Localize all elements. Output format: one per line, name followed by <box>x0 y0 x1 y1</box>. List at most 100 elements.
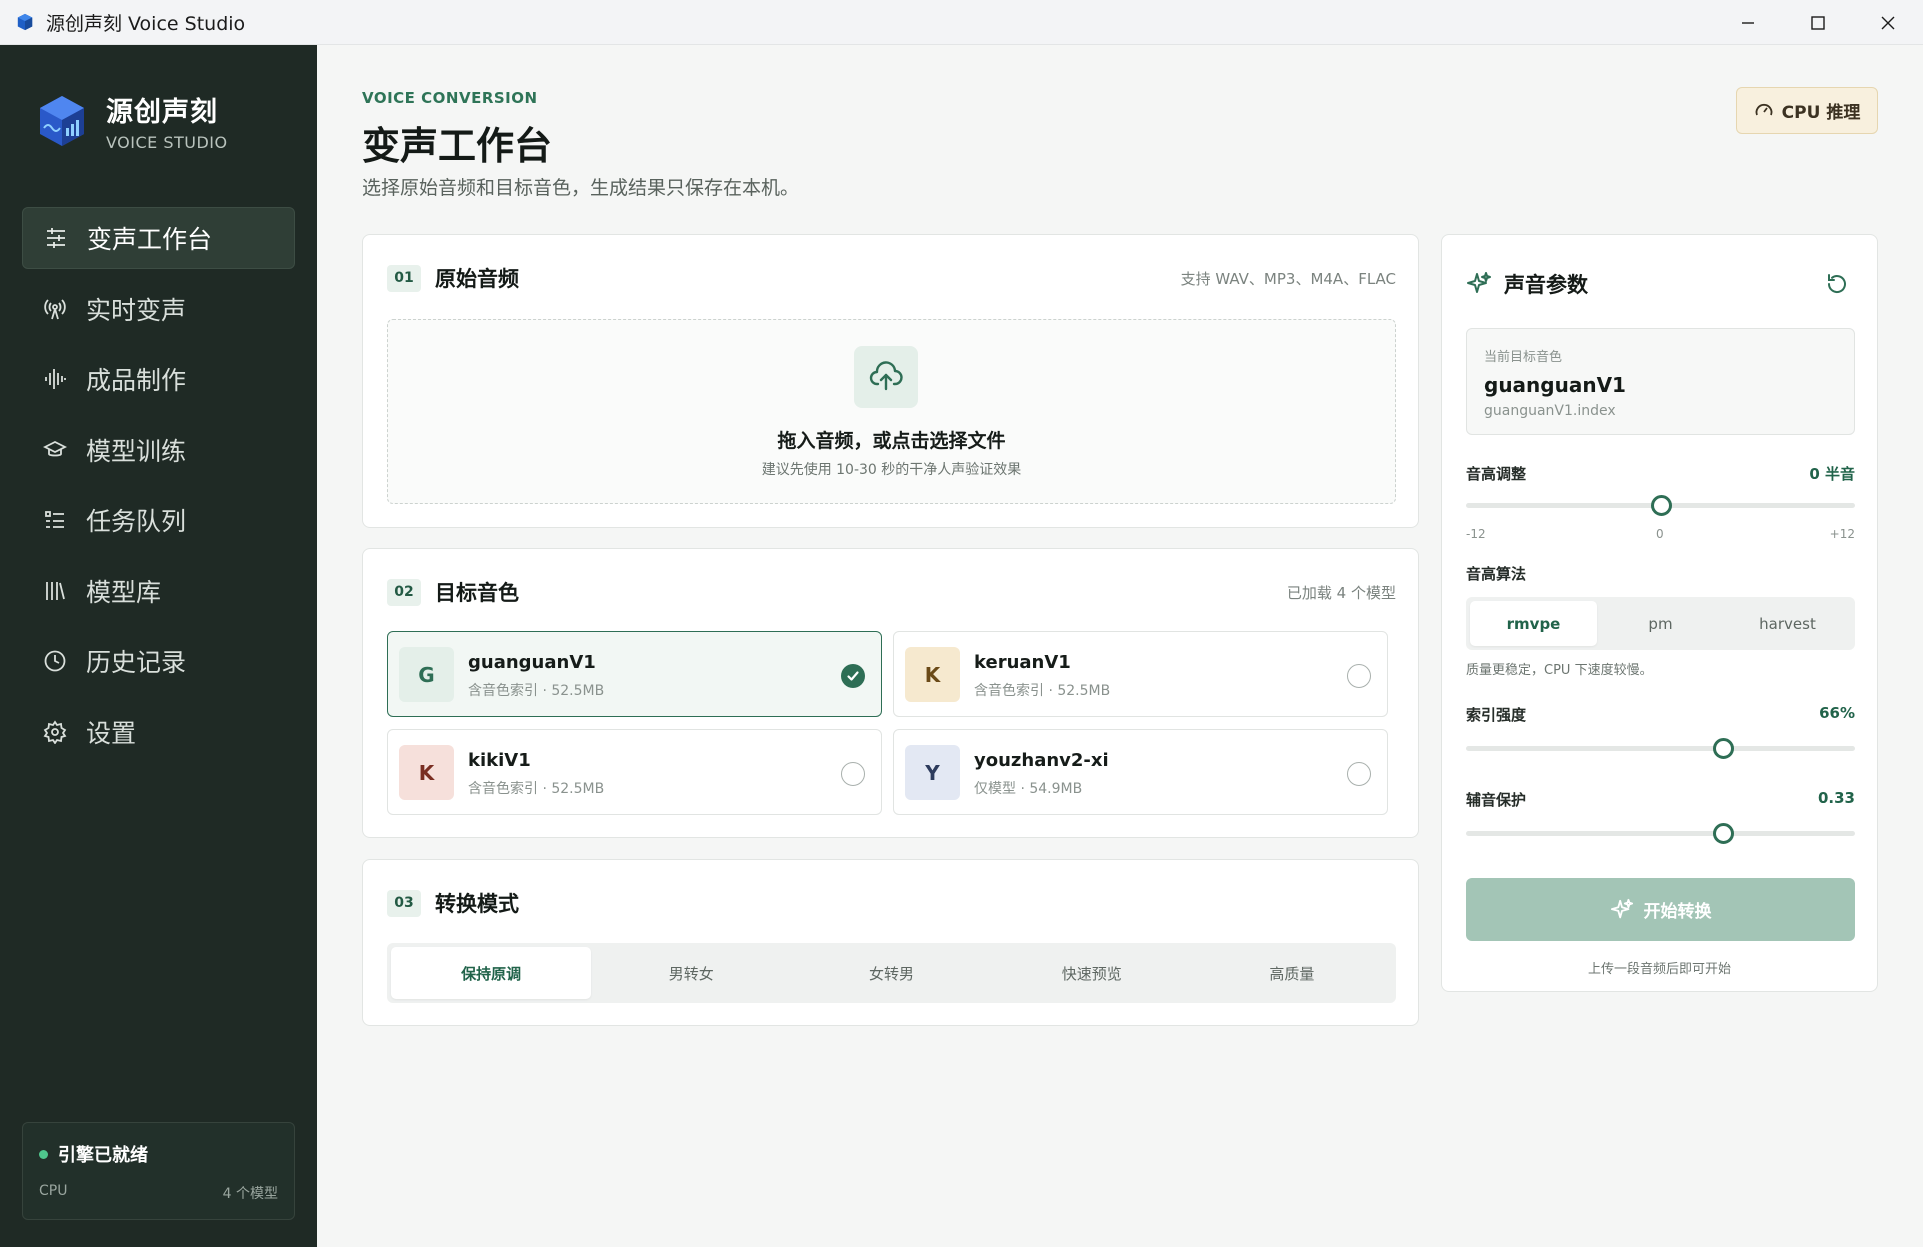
app-cube-icon <box>17 13 33 31</box>
engine-model-count: 4 个模型 <box>222 1186 278 1202</box>
mode-option-male-to-female[interactable]: 男转女 <box>591 947 791 999</box>
step-number: 02 <box>387 578 421 606</box>
minimize-icon <box>1742 21 1754 24</box>
target-label: 当前目标音色 <box>1484 350 1563 365</box>
brand-cube-logo-icon <box>40 96 84 146</box>
radio-button[interactable] <box>1347 762 1371 786</box>
pitch-row: 音高调整 0 半音 <box>1466 463 1855 484</box>
pitch-min-tick: -12 <box>1466 527 1486 541</box>
drop-title: 拖入音频，或点击选择文件 <box>777 430 1006 452</box>
panel-title: 声音参数 <box>1504 273 1588 297</box>
close-button[interactable] <box>1853 0 1923 45</box>
supported-formats: 支持 WAV、MP3、M4A、FLAC <box>1180 270 1396 288</box>
upload-cloud-icon <box>854 346 918 408</box>
page-title: 变声工作台 <box>362 124 553 168</box>
library-icon <box>42 578 68 604</box>
algorithm-label: 音高算法 <box>1466 565 1527 583</box>
voice-avatar: K <box>905 647 960 702</box>
mode-option-keep-pitch[interactable]: 保持原调 <box>391 947 592 999</box>
brand-name: 源创声刻 <box>106 97 218 128</box>
sidebar-item-library[interactable]: 模型库 <box>22 560 295 622</box>
mode-option-female-to-male[interactable]: 女转男 <box>791 947 991 999</box>
protect-row: 辅音保护 0.33 <box>1466 789 1855 810</box>
maximize-button[interactable] <box>1783 0 1853 45</box>
sparkle-icon <box>1610 898 1633 918</box>
voice-name: keruanV1 <box>974 652 1071 673</box>
sidebar-item-label: 历史记录 <box>86 648 187 677</box>
reset-icon[interactable] <box>1825 272 1849 296</box>
voice-avatar: K <box>399 745 454 800</box>
voice-option-kikiv1[interactable]: K kikiV1 含音色索引 · 52.5MB <box>387 729 882 815</box>
radio-button[interactable] <box>841 762 865 786</box>
radio-button[interactable] <box>1347 664 1371 688</box>
sidebar-item-settings[interactable]: 设置 <box>22 701 295 763</box>
protect-label: 辅音保护 <box>1466 791 1527 809</box>
sidebar-item-label: 变声工作台 <box>87 225 213 254</box>
pitch-value: 0 半音 <box>1809 465 1855 483</box>
index-strength-label: 索引强度 <box>1466 706 1527 724</box>
sidebar-item-queue[interactable]: 任务队列 <box>22 489 295 551</box>
protect-slider[interactable] <box>1466 823 1855 844</box>
index-strength-value: 66% <box>1819 704 1855 722</box>
status-dot <box>39 1149 48 1159</box>
sidebar-item-production[interactable]: 成品制作 <box>22 348 295 410</box>
voice-avatar: Y <box>905 745 960 800</box>
minimize-button[interactable] <box>1713 0 1783 45</box>
start-hint: 上传一段音频后即可开始 <box>1587 962 1731 977</box>
voice-params-panel: 声音参数 当前目标音色 guanguanV1 guanguanV1.index … <box>1441 234 1878 992</box>
algorithm-segmented-control: rmvpe pm harvest <box>1466 597 1855 650</box>
check-circle-icon[interactable] <box>841 664 865 688</box>
card-title: 目标音色 <box>435 581 519 605</box>
index-strength-slider-thumb[interactable] <box>1712 738 1734 759</box>
sidebar-item-training[interactable]: 模型训练 <box>22 419 295 481</box>
voice-option-guanguanv1[interactable]: G guanguanV1 含音色索引 · 52.5MB <box>387 631 882 717</box>
page-eyebrow: VOICE CONVERSION <box>362 89 538 107</box>
task-list-icon <box>42 507 68 533</box>
voice-avatar: G <box>399 647 454 702</box>
title-bar: 源创声刻 Voice Studio <box>0 0 1923 45</box>
gauge-icon <box>1755 103 1773 115</box>
step-number: 01 <box>387 264 421 292</box>
sidebar-item-label: 模型训练 <box>86 436 187 466</box>
mode-option-quick-preview[interactable]: 快速预览 <box>992 947 1192 999</box>
pitch-slider-thumb[interactable] <box>1650 495 1672 516</box>
protect-slider-thumb[interactable] <box>1712 823 1734 844</box>
target-voice-card: 02 目标音色 已加载 4 个模型 G guanguanV1 含音色索引 · 5… <box>362 548 1419 838</box>
graduation-cap-icon <box>42 437 68 463</box>
mode-option-high-quality[interactable]: 高质量 <box>1192 947 1392 999</box>
pitch-max-tick: +12 <box>1829 527 1855 541</box>
source-audio-card: 01 原始音频 支持 WAV、MP3、M4A、FLAC 拖入音频，或点击选择文件… <box>362 234 1419 528</box>
voice-name: kikiV1 <box>468 750 531 771</box>
sliders-icon <box>43 225 69 251</box>
algorithm-option-rmvpe[interactable]: rmvpe <box>1470 601 1597 646</box>
window-title: 源创声刻 Voice Studio <box>46 12 246 35</box>
algorithm-option-pm[interactable]: pm <box>1597 601 1724 646</box>
cpu-badge-label: CPU 推理 <box>1781 103 1861 123</box>
current-target-box: 当前目标音色 guanguanV1 guanguanV1.index <box>1466 328 1855 435</box>
sidebar-item-workbench[interactable]: 变声工作台 <box>22 207 295 269</box>
audio-drop-zone[interactable]: 拖入音频，或点击选择文件 建议先使用 10-30 秒的干净人声验证效果 <box>387 319 1396 504</box>
index-strength-slider[interactable] <box>1466 738 1855 759</box>
voice-meta: 仅模型 · 54.9MB <box>974 781 1083 797</box>
page-subtitle: 选择原始音频和目标音色，生成结果只保存在本机。 <box>362 177 800 199</box>
voice-option-youzhanv2-xi[interactable]: Y youzhanv2-xi 仅模型 · 54.9MB <box>893 729 1388 815</box>
voice-option-keruanv1[interactable]: K keruanV1 含音色索引 · 52.5MB <box>893 631 1388 717</box>
target-name: guanguanV1 <box>1484 373 1626 397</box>
sidebar-item-label: 设置 <box>86 718 137 748</box>
close-icon <box>1881 16 1895 29</box>
protect-value: 0.33 <box>1817 789 1855 807</box>
card-title: 转换模式 <box>435 892 519 916</box>
card-title: 原始音频 <box>435 267 519 291</box>
index-strength-row: 索引强度 66% <box>1466 704 1855 725</box>
sidebar-item-realtime[interactable]: 实时变声 <box>22 278 295 340</box>
cpu-inference-badge[interactable]: CPU 推理 <box>1736 87 1878 134</box>
sidebar-item-history[interactable]: 历史记录 <box>22 630 295 692</box>
pitch-slider[interactable] <box>1466 495 1855 516</box>
voice-meta: 含音色索引 · 52.5MB <box>468 683 605 699</box>
sidebar-nav: 变声工作台 实时变声 成品制作 模型训练 任务队列 模型库 历史记录 设置 <box>22 207 295 771</box>
start-conversion-button[interactable]: 开始转换 <box>1466 878 1855 941</box>
sidebar-item-label: 实时变声 <box>86 295 187 325</box>
algorithm-option-harvest[interactable]: harvest <box>1724 601 1851 646</box>
engine-status-card: 引擎已就绪 CPU 4 个模型 <box>22 1122 295 1220</box>
voice-meta: 含音色索引 · 52.5MB <box>974 683 1111 699</box>
